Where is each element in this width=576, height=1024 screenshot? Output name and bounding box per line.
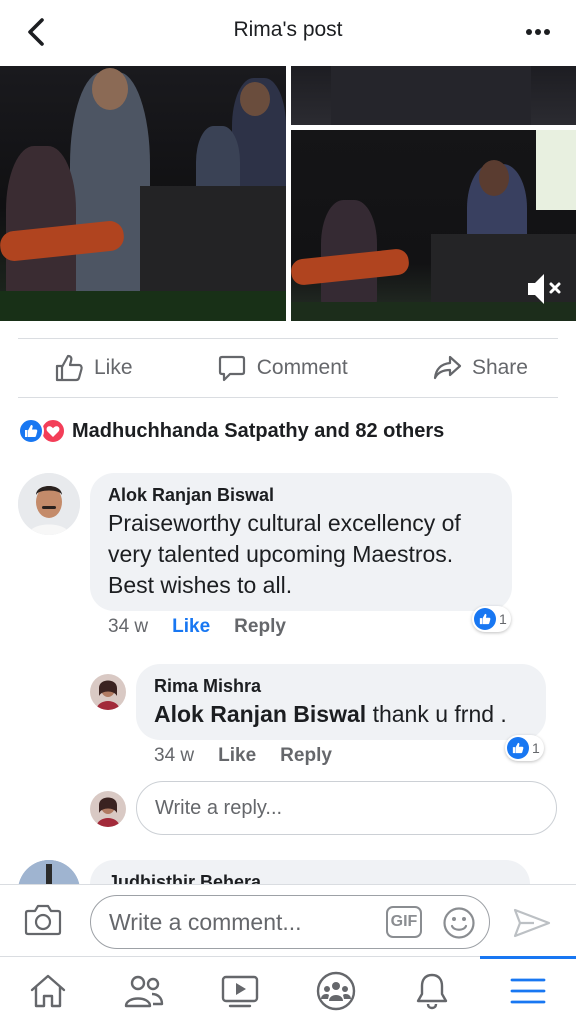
comment-text: Praiseworthy cultural excellency of very…	[108, 510, 461, 598]
comment-composer: Write a comment... GIF	[0, 884, 576, 956]
home-icon	[30, 974, 66, 1007]
page-title: Rima's post	[233, 18, 343, 41]
comment-meta: 34 w Like Reply	[108, 616, 286, 638]
watch-icon	[221, 975, 259, 1007]
reply-meta: 34 w Like Reply	[154, 745, 332, 767]
comment-bubble: Alok Ranjan Biswal Praiseworthy cultural…	[90, 473, 512, 611]
nav-watch[interactable]	[192, 957, 288, 1024]
nav-friends[interactable]	[96, 957, 192, 1024]
like-button[interactable]: Like	[54, 353, 133, 383]
reply-reaction-count[interactable]: 1	[505, 735, 544, 761]
post-photo-1[interactable]	[0, 66, 286, 321]
avatar[interactable]	[18, 473, 80, 535]
comment-bubble: Judhisthir Behera	[90, 860, 530, 884]
volume-mute-button[interactable]	[524, 269, 568, 309]
comment-reaction-count[interactable]: 1	[472, 606, 511, 632]
more-horizontal-icon	[526, 29, 532, 35]
share-label: Share	[471, 356, 528, 379]
more-options-button[interactable]	[522, 18, 554, 46]
avatar[interactable]	[90, 674, 126, 710]
person-avatar-icon	[18, 860, 80, 884]
next-comment-clip: Judhisthir Behera	[0, 852, 576, 884]
comment-author[interactable]: Alok Ranjan Biswal	[108, 485, 494, 506]
volume-mute-icon	[528, 274, 561, 304]
bell-icon	[416, 973, 448, 1009]
smiley-icon	[443, 907, 475, 939]
comment-time: 34 w	[108, 616, 149, 637]
comment-reply-link[interactable]: Reply	[234, 616, 286, 638]
like-label: Like	[94, 356, 133, 379]
share-arrow-icon	[433, 355, 462, 380]
post-video[interactable]	[291, 130, 576, 321]
send-button[interactable]	[512, 907, 552, 944]
friends-icon	[124, 975, 164, 1007]
like-reaction-icon	[18, 418, 44, 444]
nav-menu[interactable]	[480, 956, 576, 1024]
avatar[interactable]	[18, 860, 80, 884]
reactions-text: Madhuchhanda Satpathy and 82 others	[72, 419, 445, 442]
reply-message: thank u frnd .	[372, 701, 507, 727]
groups-icon	[316, 971, 356, 1010]
post-media	[0, 66, 576, 322]
bottom-nav	[0, 956, 576, 1024]
nav-groups[interactable]	[288, 957, 384, 1024]
camera-button[interactable]	[24, 903, 62, 942]
camera-icon	[24, 904, 62, 936]
nav-home[interactable]	[0, 957, 96, 1024]
comment-button[interactable]: Comment	[217, 353, 348, 383]
comment-like-link[interactable]: Like	[172, 616, 210, 638]
post-actions: Like Comment Share	[18, 338, 558, 398]
current-user-avatar	[90, 791, 126, 827]
like-reaction-icon	[474, 608, 496, 630]
post-photo-2[interactable]	[291, 66, 576, 125]
nav-notifications[interactable]	[384, 957, 480, 1024]
reply-time: 34 w	[154, 745, 195, 766]
emoji-button[interactable]	[442, 906, 476, 945]
comment-icon	[218, 355, 245, 382]
reply-input[interactable]: Write a reply...	[136, 781, 557, 835]
reactions-summary[interactable]: Madhuchhanda Satpathy and 82 others	[18, 417, 444, 445]
person-avatar-icon	[90, 791, 126, 827]
comment-input[interactable]: Write a comment...	[90, 895, 490, 949]
thumbs-up-icon	[55, 354, 83, 382]
reply-text: Alok Ranjan Biswal thank u frnd .	[154, 699, 528, 730]
reply-reply-link[interactable]: Reply	[280, 745, 332, 767]
reply-like-link[interactable]: Like	[218, 745, 256, 767]
send-icon	[513, 908, 551, 938]
like-reaction-icon	[507, 737, 529, 759]
top-bar: Rima's post	[0, 0, 576, 64]
menu-icon	[510, 978, 546, 1003]
reaction-count: 1	[532, 740, 540, 756]
reply-placeholder: Write a reply...	[155, 796, 283, 819]
reply-author[interactable]: Rima Mishra	[154, 676, 528, 697]
comment-label: Comment	[256, 356, 348, 379]
reaction-count: 1	[499, 611, 507, 627]
reply-mention[interactable]: Alok Ranjan Biswal	[154, 701, 366, 727]
comment-placeholder: Write a comment...	[109, 908, 302, 935]
comment-author[interactable]: Judhisthir Behera	[108, 872, 512, 884]
reply-bubble: Rima Mishra Alok Ranjan Biswal thank u f…	[136, 664, 546, 740]
person-avatar-icon	[90, 674, 126, 710]
gif-button[interactable]: GIF	[386, 906, 422, 938]
share-button[interactable]: Share	[432, 353, 528, 383]
person-avatar-icon	[18, 473, 80, 535]
